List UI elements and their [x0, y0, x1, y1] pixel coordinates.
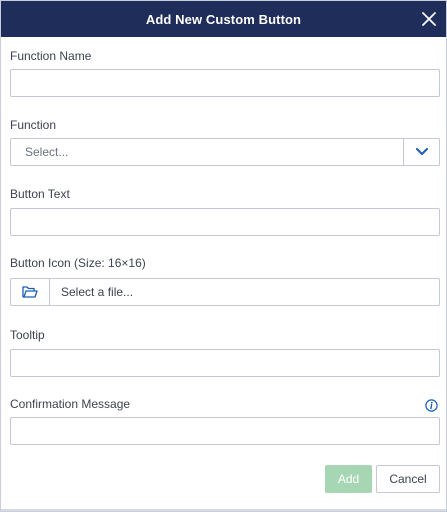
dialog-titlebar: Add New Custom Button — [1, 1, 446, 37]
close-icon[interactable] — [418, 8, 440, 30]
button-icon-file-picker[interactable]: Select a file... — [10, 278, 440, 306]
file-placeholder: Select a file... — [61, 285, 134, 299]
function-label: Function — [10, 118, 57, 132]
tooltip-label: Tooltip — [10, 328, 45, 342]
function-select-value: Select... — [25, 145, 69, 159]
dialog-bottom-border — [1, 509, 446, 511]
function-name-label: Function Name — [10, 49, 92, 63]
info-icon[interactable] — [425, 399, 438, 412]
confirmation-message-label: Confirmation Message — [10, 397, 131, 411]
chevron-down-icon[interactable] — [403, 139, 439, 165]
cancel-button[interactable]: Cancel — [376, 465, 440, 493]
confirmation-message-input[interactable] — [10, 417, 440, 445]
folder-open-icon[interactable] — [11, 279, 50, 305]
button-text-label: Button Text — [10, 187, 70, 201]
tooltip-input[interactable] — [10, 349, 440, 377]
function-name-input[interactable] — [10, 69, 440, 97]
button-icon-label: Button Icon (Size: 16×16) — [10, 256, 146, 270]
function-select[interactable]: Select... — [10, 138, 440, 166]
button-text-input[interactable] — [10, 208, 440, 236]
add-custom-button-dialog: Add New Custom Button Function Name Func… — [0, 0, 447, 512]
dialog-title: Add New Custom Button — [145, 11, 302, 27]
add-button[interactable]: Add — [325, 465, 372, 493]
